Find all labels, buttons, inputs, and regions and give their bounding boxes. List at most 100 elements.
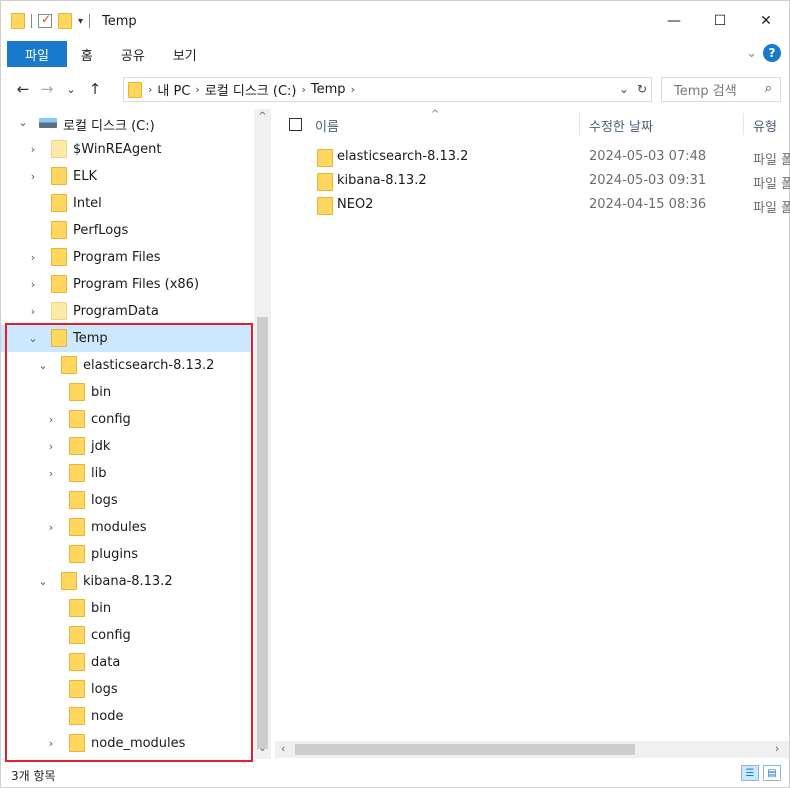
expand-icon[interactable]: › (45, 413, 57, 426)
collapse-icon[interactable]: ⌄ (17, 116, 29, 129)
recent-locations-button[interactable]: ⌄ (59, 83, 83, 96)
tree-item-elasticsearch[interactable]: ⌄ elasticsearch-8.13.2 (1, 352, 253, 379)
tree-item-es-bin[interactable]: bin (1, 379, 253, 406)
folder-icon (69, 410, 85, 428)
column-header-name[interactable]: 이름 (315, 116, 339, 135)
maximize-button[interactable]: ☐ (697, 1, 743, 41)
folder-icon (69, 734, 85, 752)
column-header-date-modified[interactable]: 수정한 날짜 (589, 116, 653, 135)
scroll-right-button[interactable]: › (775, 742, 779, 755)
refresh-button[interactable]: ↻ (637, 82, 647, 96)
scroll-up-button[interactable]: ^ (254, 111, 271, 122)
tree-item-winreagent[interactable]: › $WinREAgent (1, 136, 253, 163)
collapse-icon[interactable]: ⌄ (27, 332, 39, 345)
scrollbar-thumb[interactable] (295, 744, 635, 755)
file-list-scrollbar[interactable]: ‹ › (275, 741, 789, 758)
tree-item-label: logs (91, 682, 118, 697)
address-dropdown-button[interactable]: ⌄ (619, 82, 629, 96)
tab-view[interactable]: 보기 (159, 41, 211, 67)
expand-icon[interactable]: › (45, 737, 57, 750)
details-view-icon[interactable]: ☰ (741, 765, 759, 781)
file-explorer-window: ✓ ▾ Temp — ☐ ✕ 파일 홈 공유 보기 ⌄ ? ← → ⌄ ↑ › (0, 0, 790, 788)
expand-icon[interactable]: › (45, 467, 57, 480)
back-button[interactable]: ← (11, 80, 35, 98)
file-type: 파일 폴더 (753, 153, 790, 168)
tree-item-kibana[interactable]: ⌄ kibana-8.13.2 (1, 568, 253, 595)
tree-item-kb-node[interactable]: node (1, 703, 253, 730)
tree-item-program-files-x86[interactable]: › Program Files (x86) (1, 271, 253, 298)
breadcrumb-separator-icon: › (301, 83, 306, 96)
tree-item-label: logs (91, 493, 118, 508)
ribbon-right-controls: ⌄ ? (746, 44, 781, 62)
folder-icon (51, 140, 67, 158)
scroll-down-button[interactable]: ⌄ (254, 743, 271, 754)
search-input[interactable]: Temp 검색 ⌕ (661, 77, 781, 102)
tree-item-es-lib[interactable]: › lib (1, 460, 253, 487)
tree-item-es-config[interactable]: › config (1, 406, 253, 433)
tree-item-kb-node-modules[interactable]: › node_modules (1, 730, 253, 757)
expand-icon[interactable]: › (27, 251, 39, 264)
tree-item-kb-config[interactable]: config (1, 622, 253, 649)
tree-item-es-plugins[interactable]: plugins (1, 541, 253, 568)
tree-item-label: Temp (73, 331, 108, 346)
expand-icon[interactable]: › (27, 305, 39, 318)
tree-item-program-files[interactable]: › Program Files (1, 244, 253, 271)
folder-icon (69, 518, 85, 536)
collapse-icon[interactable]: ⌄ (37, 575, 49, 588)
scroll-left-button[interactable]: ‹ (281, 742, 285, 755)
tree-item-es-logs[interactable]: logs (1, 487, 253, 514)
folder-icon (317, 149, 333, 167)
minimize-button[interactable]: — (651, 1, 697, 41)
up-button[interactable]: ↑ (83, 80, 107, 98)
file-list-pane: 이름 ^ 수정한 날짜 유형 elasticsearch-8.13.2 2024… (275, 109, 790, 741)
column-divider[interactable] (743, 113, 744, 135)
separator (31, 14, 32, 28)
file-date-modified: 2024-04-15 08:36 (589, 197, 707, 212)
expand-icon[interactable]: › (27, 143, 39, 156)
expand-icon[interactable]: › (27, 278, 39, 291)
tree-item-kb-bin[interactable]: bin (1, 595, 253, 622)
tree-item-temp[interactable]: ⌄ Temp (1, 325, 253, 352)
expand-icon[interactable]: › (45, 521, 57, 534)
expand-icon[interactable]: › (45, 440, 57, 453)
file-row-kibana[interactable]: kibana-8.13.2 2024-05-03 09:31 파일 폴더 (275, 169, 790, 193)
customize-toolbar-dropdown[interactable]: ▾ (78, 16, 83, 27)
tab-file[interactable]: 파일 (7, 41, 67, 67)
tree-item-es-jdk[interactable]: › jdk (1, 433, 253, 460)
file-name: kibana-8.13.2 (337, 173, 427, 188)
folder-icon (51, 221, 67, 239)
expand-icon[interactable]: › (27, 170, 39, 183)
select-all-checkbox[interactable] (289, 118, 302, 131)
breadcrumb-local-disk[interactable]: 로컬 디스크 (C:) (205, 80, 297, 99)
tab-home[interactable]: 홈 (67, 41, 107, 67)
file-row-neo2[interactable]: NEO2 2024-04-15 08:36 파일 폴더 (275, 193, 790, 217)
tree-item-es-modules[interactable]: › modules (1, 514, 253, 541)
tree-item-label: node_modules (91, 736, 186, 751)
forward-button[interactable]: → (35, 80, 59, 98)
tab-share[interactable]: 공유 (107, 41, 159, 67)
column-header-type[interactable]: 유형 (753, 116, 777, 135)
address-bar[interactable]: › 내 PC › 로컬 디스크 (C:) › Temp › ⌄ ↻ (123, 77, 652, 102)
properties-check-icon[interactable]: ✓ (38, 12, 52, 28)
large-icons-view-icon[interactable]: ▤ (763, 765, 781, 781)
navigation-pane-scrollbar[interactable]: ^ ⌄ (254, 109, 271, 759)
tree-item-kb-data[interactable]: data (1, 649, 253, 676)
tree-item-perflogs[interactable]: PerfLogs (1, 217, 253, 244)
help-icon[interactable]: ? (763, 44, 781, 62)
tree-item-local-disk[interactable]: ⌄ 로컬 디스크 (C:) (1, 109, 253, 136)
breadcrumb-temp[interactable]: Temp (311, 82, 346, 97)
file-row-elasticsearch[interactable]: elasticsearch-8.13.2 2024-05-03 07:48 파일… (275, 145, 790, 169)
tree-item-programdata[interactable]: › ProgramData (1, 298, 253, 325)
scrollbar-thumb[interactable] (257, 317, 268, 749)
folder-icon (69, 653, 85, 671)
new-folder-icon[interactable] (58, 13, 72, 29)
tree-item-kb-logs[interactable]: logs (1, 676, 253, 703)
expand-ribbon-button[interactable]: ⌄ (746, 46, 757, 61)
breadcrumb-this-pc[interactable]: 내 PC (157, 80, 190, 99)
collapse-icon[interactable]: ⌄ (37, 359, 49, 372)
tree-item-label: plugins (91, 547, 138, 562)
column-divider[interactable] (579, 113, 580, 135)
tree-item-elk[interactable]: › ELK (1, 163, 253, 190)
close-button[interactable]: ✕ (743, 1, 789, 41)
tree-item-intel[interactable]: Intel (1, 190, 253, 217)
